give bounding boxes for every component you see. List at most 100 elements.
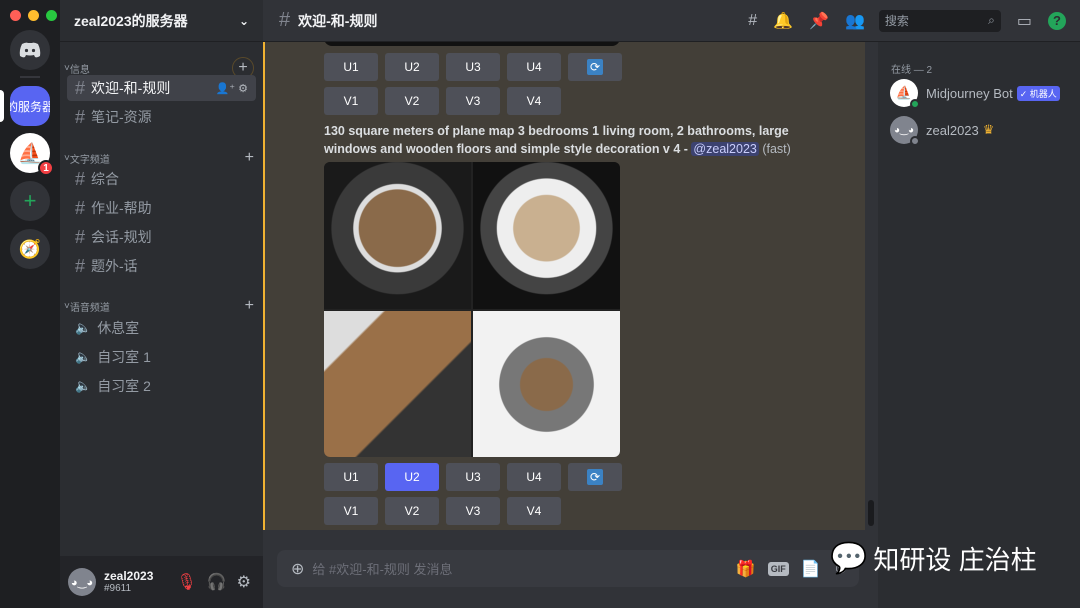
server-rail: 的服务器 ⛵ 1 + 🧭 [0, 0, 60, 608]
voice-study-1[interactable]: 🔈 自习室 1 [67, 344, 256, 370]
chat-main: U1 U2 U3 U4 ⟳ V1 V2 V3 V4 130 square meters of p… [263, 0, 878, 608]
server-header[interactable]: zeal2023的服务器 ⌄ [60, 0, 263, 42]
channel-label: 休息室 [97, 320, 140, 336]
inbox-icon[interactable]: ▭ [1017, 11, 1032, 31]
hash-icon: # [75, 197, 86, 218]
speaker-icon: 🔈 [75, 378, 92, 393]
reroll-button[interactable]: ⟳ [568, 463, 622, 491]
help-icon[interactable]: ? [1048, 11, 1066, 30]
variation-v1-button[interactable]: V1 [324, 87, 378, 115]
floorplan-image-3[interactable] [324, 311, 471, 457]
channel-label: 笔记-资源 [91, 109, 152, 125]
member-zeal2023[interactable]: ◕‿◕ zeal2023 ♛ [890, 116, 994, 146]
add-channel-icon[interactable]: + [245, 149, 254, 167]
variation-v4-button[interactable]: V4 [507, 497, 561, 525]
member-name: zeal2023 [926, 122, 979, 138]
discord-home-icon[interactable] [10, 30, 50, 70]
gif-button[interactable]: GIF [767, 561, 789, 576]
close-button[interactable] [10, 10, 21, 21]
sailboat-icon: ⛵ [17, 142, 43, 165]
channel-title: 欢迎-和-规则 [298, 12, 378, 29]
user-tag: #9611 [104, 583, 132, 595]
upscale-u1-button[interactable]: U1 [324, 53, 378, 81]
channel-welcome-rules[interactable]: # 欢迎-和-规则 👤⁺ ⚙ [67, 75, 256, 101]
hash-icon: # [75, 255, 86, 276]
upscale-u1-button[interactable]: U1 [324, 463, 378, 491]
category-label: 文字频道 [69, 154, 110, 166]
channel-general[interactable]: # 综合 [67, 166, 256, 192]
speaker-icon: 🔈 [75, 349, 92, 364]
avatar[interactable]: ◕‿◕ [68, 568, 96, 596]
message-list[interactable]: U1 U2 U3 U4 ⟳ V1 V2 V3 V4 130 square meters of p… [263, 36, 865, 530]
variation-v3-button[interactable]: V3 [446, 497, 500, 525]
image-grid[interactable] [324, 162, 620, 457]
add-server-icon[interactable]: + [10, 181, 50, 221]
channel-homework[interactable]: # 作业-帮助 [67, 195, 256, 221]
add-attachment-icon[interactable]: ⊕ [291, 559, 304, 579]
pin-icon[interactable]: 📌 [809, 11, 829, 31]
avatar: ◕‿◕ [890, 116, 920, 146]
scrollbar-thumb[interactable] [868, 500, 874, 526]
voice-lounge[interactable]: 🔈 休息室 [67, 315, 256, 341]
sticker-icon[interactable]: 📄 [801, 559, 821, 579]
upscale-u3-button[interactable]: U3 [446, 53, 500, 81]
channel-notes[interactable]: # 笔记-资源 [67, 104, 256, 130]
channel-sidebar: zeal2023的服务器 ⌄ ˅ 信息 + # 欢迎-和-规则 👤⁺ ⚙ # 笔记-资源 … [60, 0, 263, 608]
variation-v3-button[interactable]: V3 [446, 87, 500, 115]
invite-settings-icons[interactable]: 👤⁺ ⚙ [216, 82, 248, 95]
channel-header: # 欢迎-和-规则 # 🔔 📌 👥 搜索 ⌕ ▭ ? [263, 0, 1080, 42]
category-text[interactable]: ˅ 文字频道 + [64, 149, 254, 167]
hash-icon: # [75, 168, 86, 189]
upscale-u2-button[interactable]: U2 [385, 463, 439, 491]
category-label: 信息 [69, 64, 90, 76]
add-channel-icon[interactable]: + [245, 297, 254, 315]
mic-muted-icon[interactable]: 🎙 [176, 572, 196, 592]
message-composer[interactable]: ⊕ 给 #欢迎-和-规则 发消息 🎁 GIF 📄 ☺ [277, 550, 859, 587]
headphones-icon[interactable]: 🎧 [207, 572, 227, 592]
server-midjourney[interactable]: ⛵ 1 [10, 133, 54, 176]
channel-label: 会话-规划 [91, 229, 152, 245]
watermark-text: 知研设 庄治柱 [873, 545, 1037, 575]
upscale-u3-button[interactable]: U3 [446, 463, 500, 491]
floorplan-image-1[interactable] [324, 162, 471, 309]
channel-label: 综合 [91, 171, 120, 187]
search-placeholder: 搜索 [884, 14, 909, 28]
settings-gear-icon[interactable]: ⚙ [237, 572, 251, 592]
user-panel: ◕‿◕ zeal2023 #9611 🎙 🎧 ⚙ [60, 556, 263, 608]
members-icon[interactable]: 👥 [845, 11, 865, 31]
floorplan-image-4[interactable] [473, 311, 620, 457]
server-current[interactable]: 的服务器 [10, 86, 50, 126]
maximize-button[interactable] [46, 10, 57, 21]
explore-compass-icon[interactable]: 🧭 [10, 229, 50, 269]
channel-label: 自习室 2 [97, 378, 151, 394]
upscale-u4-button[interactable]: U4 [507, 53, 561, 81]
composer-placeholder[interactable]: 给 #欢迎-和-规则 发消息 [312, 559, 452, 578]
bot-badge: ✓ 机器人 [1016, 85, 1060, 101]
gift-icon[interactable]: 🎁 [736, 559, 756, 579]
member-list: 在线 — 2 ⛵ Midjourney Bot ✓ 机器人 ◕‿◕ zeal2023 ♛ [878, 42, 1080, 608]
upscale-u2-button[interactable]: U2 [385, 53, 439, 81]
variation-v4-button[interactable]: V4 [507, 87, 561, 115]
variation-v1-button[interactable]: V1 [324, 497, 378, 525]
channel-offtopic[interactable]: # 题外-话 [67, 253, 256, 279]
floorplan-image-2[interactable] [473, 162, 620, 309]
threads-icon[interactable]: # [748, 12, 757, 30]
server-label: 的服务器 [10, 99, 50, 114]
category-label: 语音频道 [69, 302, 110, 314]
minimize-button[interactable] [28, 10, 39, 21]
member-midjourney-bot[interactable]: ⛵ Midjourney Bot ✓ 机器人 [890, 79, 1060, 109]
upscale-u4-button[interactable]: U4 [507, 463, 561, 491]
variation-v2-button[interactable]: V2 [385, 497, 439, 525]
search-input[interactable]: 搜索 ⌕ [878, 9, 1001, 32]
speed-label: (fast) [762, 142, 791, 156]
variation-v2-button[interactable]: V2 [385, 87, 439, 115]
bell-icon[interactable]: 🔔 [773, 11, 793, 31]
hash-icon: # [279, 9, 291, 31]
reroll-button[interactable]: ⟳ [568, 53, 622, 81]
avatar: ⛵ [890, 79, 920, 109]
channel-session[interactable]: # 会话-规划 [67, 224, 256, 250]
category-voice[interactable]: ˅ 语音频道 + [64, 297, 254, 315]
voice-study-2[interactable]: 🔈 自习室 2 [67, 373, 256, 399]
channel-label: 自习室 1 [97, 349, 151, 365]
user-mention[interactable]: @zeal2023 [691, 142, 759, 156]
